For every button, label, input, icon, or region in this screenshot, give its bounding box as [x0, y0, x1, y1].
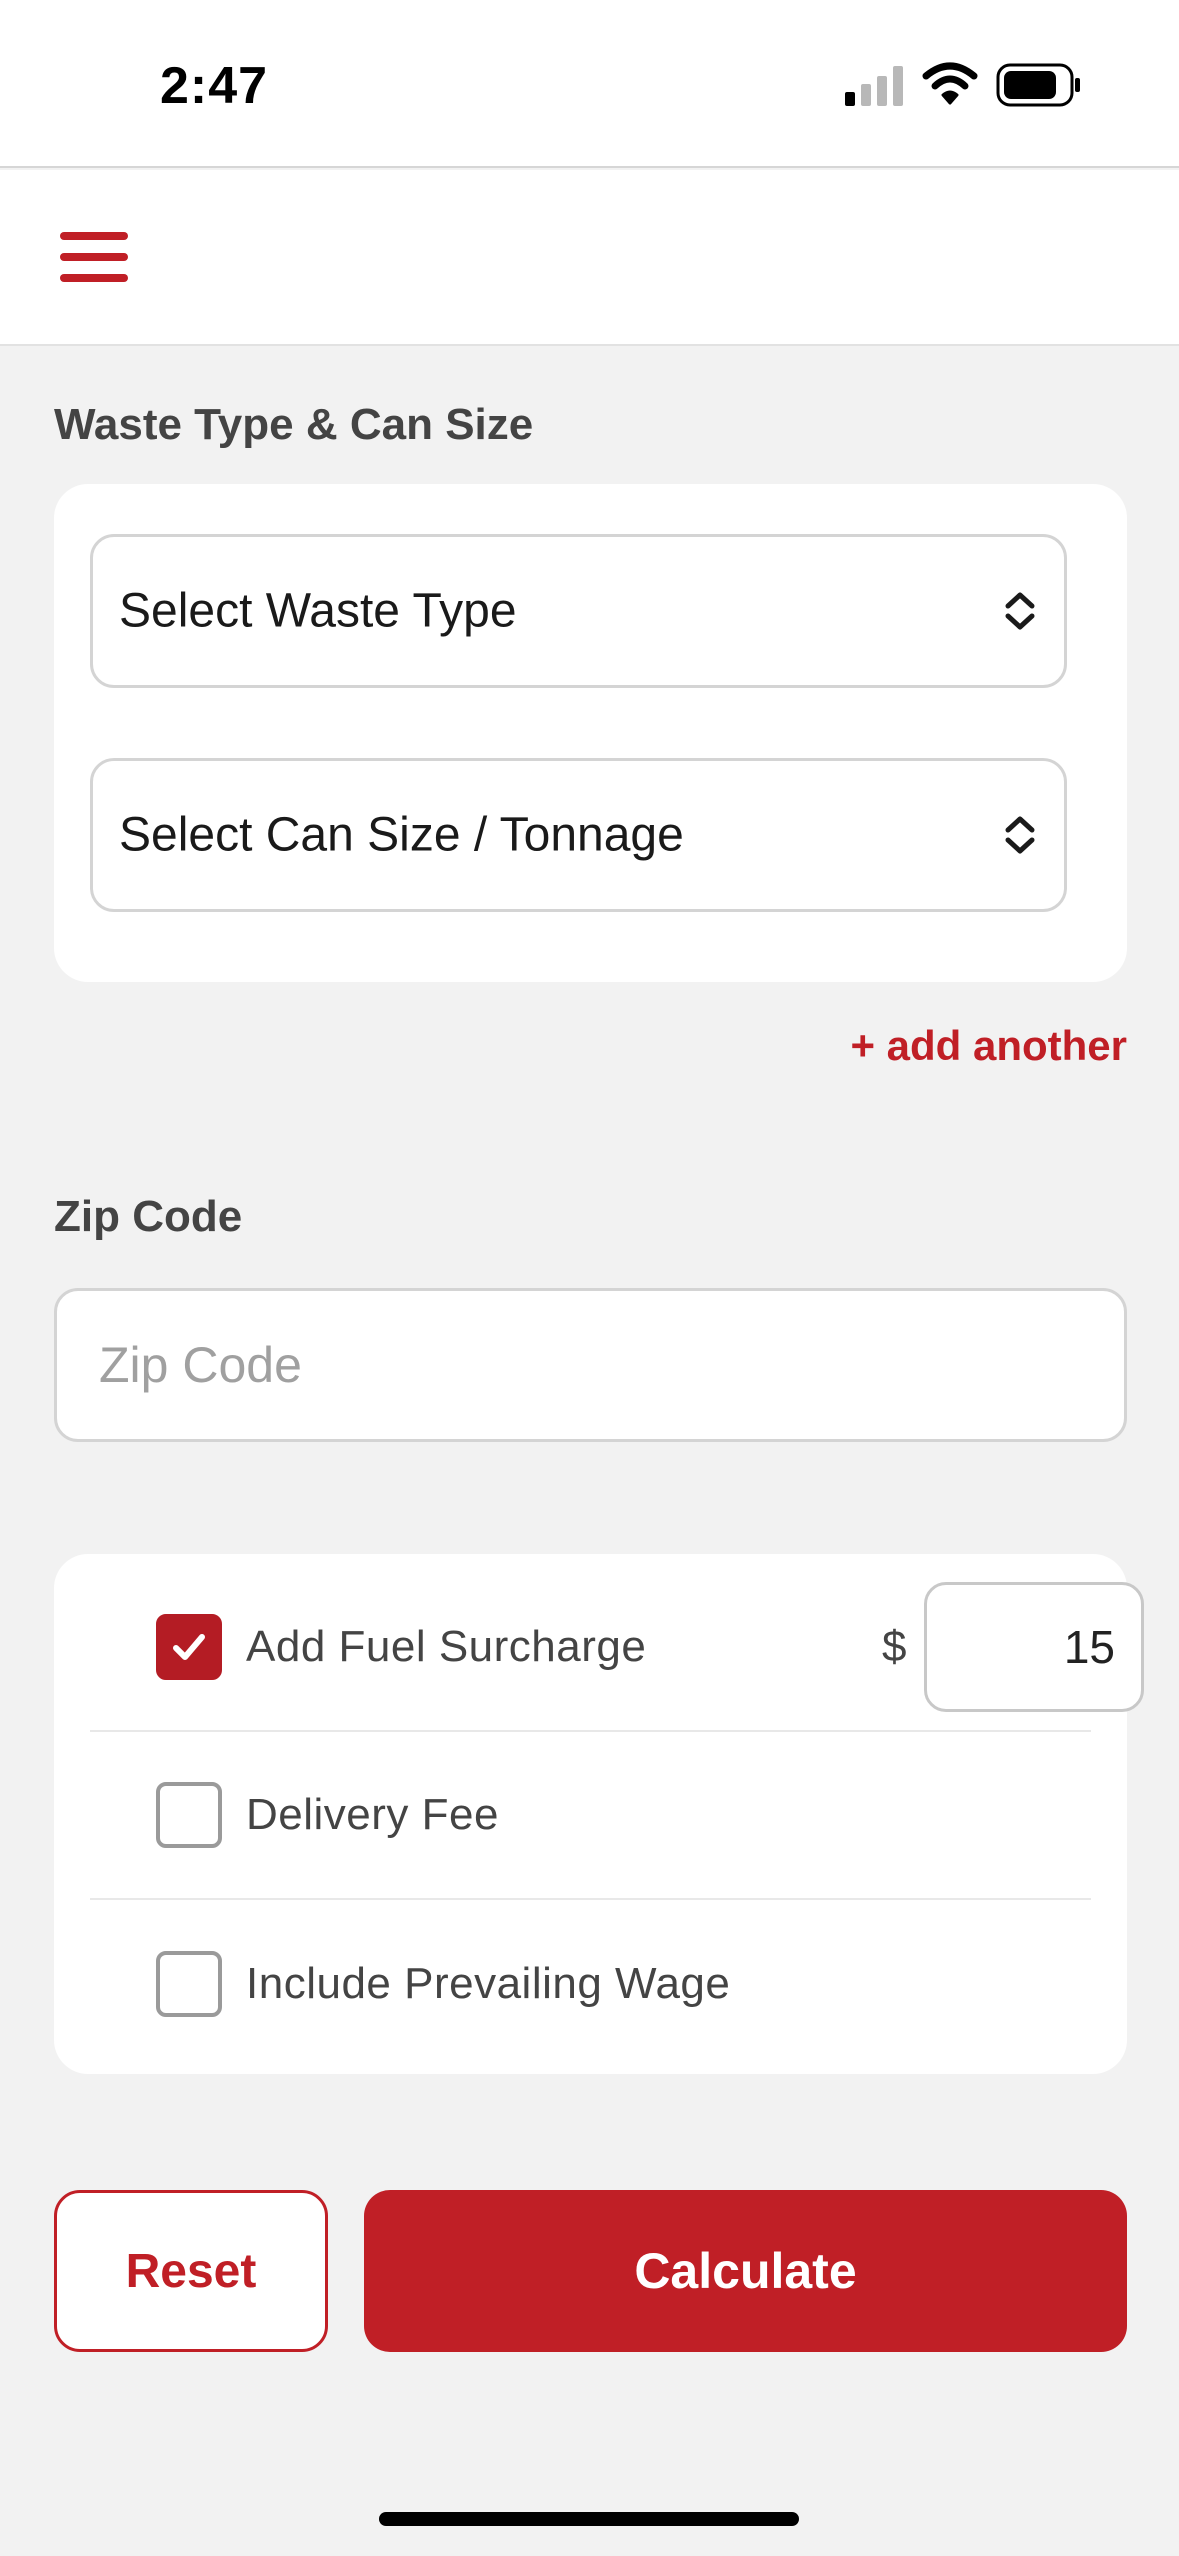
- hamburger-menu-icon[interactable]: [56, 226, 132, 288]
- wifi-icon: [922, 62, 978, 105]
- fuel-surcharge-checkbox[interactable]: [156, 1614, 222, 1680]
- status-time: 2:47: [160, 57, 269, 115]
- prevailing-wage-checkbox[interactable]: [156, 1951, 222, 2017]
- options-card: Add Fuel Surcharge $ Delivery Fee Includ…: [54, 1554, 1144, 2074]
- option-delivery-fee: Delivery Fee: [90, 1732, 1091, 1900]
- status-bar: 2:47: [0, 0, 1179, 168]
- waste-card: Select Waste Type Select Can Size / Tonn…: [54, 484, 1127, 982]
- can-size-select[interactable]: Select Can Size / Tonnage: [90, 758, 1067, 912]
- zip-code-input[interactable]: [54, 1288, 1127, 1442]
- option-prevailing-wage: Include Prevailing Wage: [90, 1900, 1091, 2068]
- chevron-up-down-icon: [1005, 592, 1035, 630]
- chevron-up-down-icon: [1005, 816, 1035, 854]
- prevailing-wage-label: Include Prevailing Wage: [246, 1959, 731, 2008]
- reset-button[interactable]: Reset: [54, 2190, 328, 2352]
- waste-section-title: Waste Type & Can Size: [54, 400, 534, 449]
- waste-type-select-label: Select Waste Type: [119, 584, 517, 638]
- fuel-surcharge-label: Add Fuel Surcharge: [246, 1622, 647, 1671]
- app-header: [0, 170, 1179, 346]
- waste-type-select[interactable]: Select Waste Type: [90, 534, 1067, 688]
- battery-icon: [996, 63, 1080, 107]
- delivery-fee-checkbox[interactable]: [156, 1782, 222, 1848]
- checkmark-icon: [173, 1634, 205, 1660]
- delivery-fee-label: Delivery Fee: [246, 1790, 499, 1839]
- calculate-button[interactable]: Calculate: [364, 2190, 1127, 2352]
- add-another-link[interactable]: + add another: [850, 1022, 1127, 1070]
- cellular-signal-icon: [845, 66, 903, 106]
- fuel-surcharge-amount-input[interactable]: [924, 1582, 1144, 1712]
- home-indicator: [379, 2512, 799, 2526]
- currency-symbol: $: [882, 1622, 907, 1671]
- can-size-select-label: Select Can Size / Tonnage: [119, 808, 684, 862]
- zip-section-title: Zip Code: [54, 1192, 243, 1241]
- option-fuel-surcharge: Add Fuel Surcharge $: [90, 1564, 1144, 1732]
